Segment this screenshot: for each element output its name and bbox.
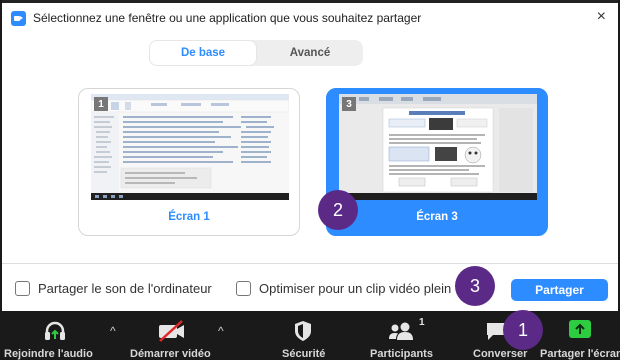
screen-1-preview-image <box>91 94 289 200</box>
start-video-button[interactable]: Démarrer vidéo <box>120 311 228 360</box>
participants-count: 1 <box>419 317 425 328</box>
callout-2: 2 <box>318 190 358 230</box>
screen-card-1[interactable]: 1 Écran 1 <box>78 88 300 236</box>
optimize-video-option[interactable]: Optimiser pour un clip vidéo plein <box>236 281 451 296</box>
optimize-video-checkbox[interactable] <box>236 281 251 296</box>
audio-options-chevron-icon[interactable]: ^ <box>110 324 116 338</box>
screen-1-label: Écran 1 <box>168 211 210 223</box>
share-button[interactable]: Partager <box>511 279 608 301</box>
screen-1-number: 1 <box>94 97 108 111</box>
share-sound-checkbox[interactable] <box>15 281 30 296</box>
shield-icon <box>295 321 311 341</box>
divider <box>2 263 618 264</box>
screen-3-number: 3 <box>342 97 356 111</box>
screen-3-thumbnail: 3 <box>339 94 537 200</box>
join-audio-label: Rejoindre l'audio <box>4 348 93 360</box>
share-screen-button[interactable]: Partager l'écran <box>538 311 620 360</box>
share-sound-label: Partager le son de l'ordinateur <box>38 281 212 296</box>
dialog-title: Sélectionnez une fenêtre ou une applicat… <box>33 11 422 25</box>
video-off-icon <box>159 320 184 342</box>
people-icon <box>389 322 413 340</box>
title-bar: Sélectionnez une fenêtre ou une applicat… <box>2 3 618 33</box>
screen-3-preview-image <box>339 94 537 200</box>
close-icon[interactable]: × <box>597 9 606 25</box>
join-audio-button[interactable]: Rejoindre l'audio <box>0 311 118 360</box>
screen-3-label: Écran 3 <box>416 211 458 223</box>
optimize-video-label: Optimiser pour un clip vidéo plein <box>259 281 452 296</box>
share-sound-option[interactable]: Partager le son de l'ordinateur <box>15 281 212 296</box>
screen-1-thumbnail: 1 <box>91 94 289 200</box>
zoom-share-icon <box>11 10 26 26</box>
participants-label: Participants <box>370 348 433 360</box>
share-mode-tabs: De base Avancé <box>149 40 363 66</box>
headphones-icon <box>45 321 65 340</box>
video-options-chevron-icon[interactable]: ^ <box>218 324 224 338</box>
tab-basic[interactable]: De base <box>149 40 257 66</box>
callout-3: 3 <box>455 266 495 306</box>
callout-1: 1 <box>503 310 543 350</box>
share-arrow-icon <box>569 320 591 338</box>
start-video-label: Démarrer vidéo <box>130 348 211 360</box>
security-button[interactable]: Sécurité <box>270 311 336 360</box>
share-screen-label: Partager l'écran <box>540 348 620 360</box>
participants-button[interactable]: 1 Participants <box>362 311 448 360</box>
tab-advanced[interactable]: Avancé <box>257 40 363 66</box>
security-label: Sécurité <box>282 348 326 360</box>
screen-card-3[interactable]: 3 Écran 3 <box>326 88 548 236</box>
